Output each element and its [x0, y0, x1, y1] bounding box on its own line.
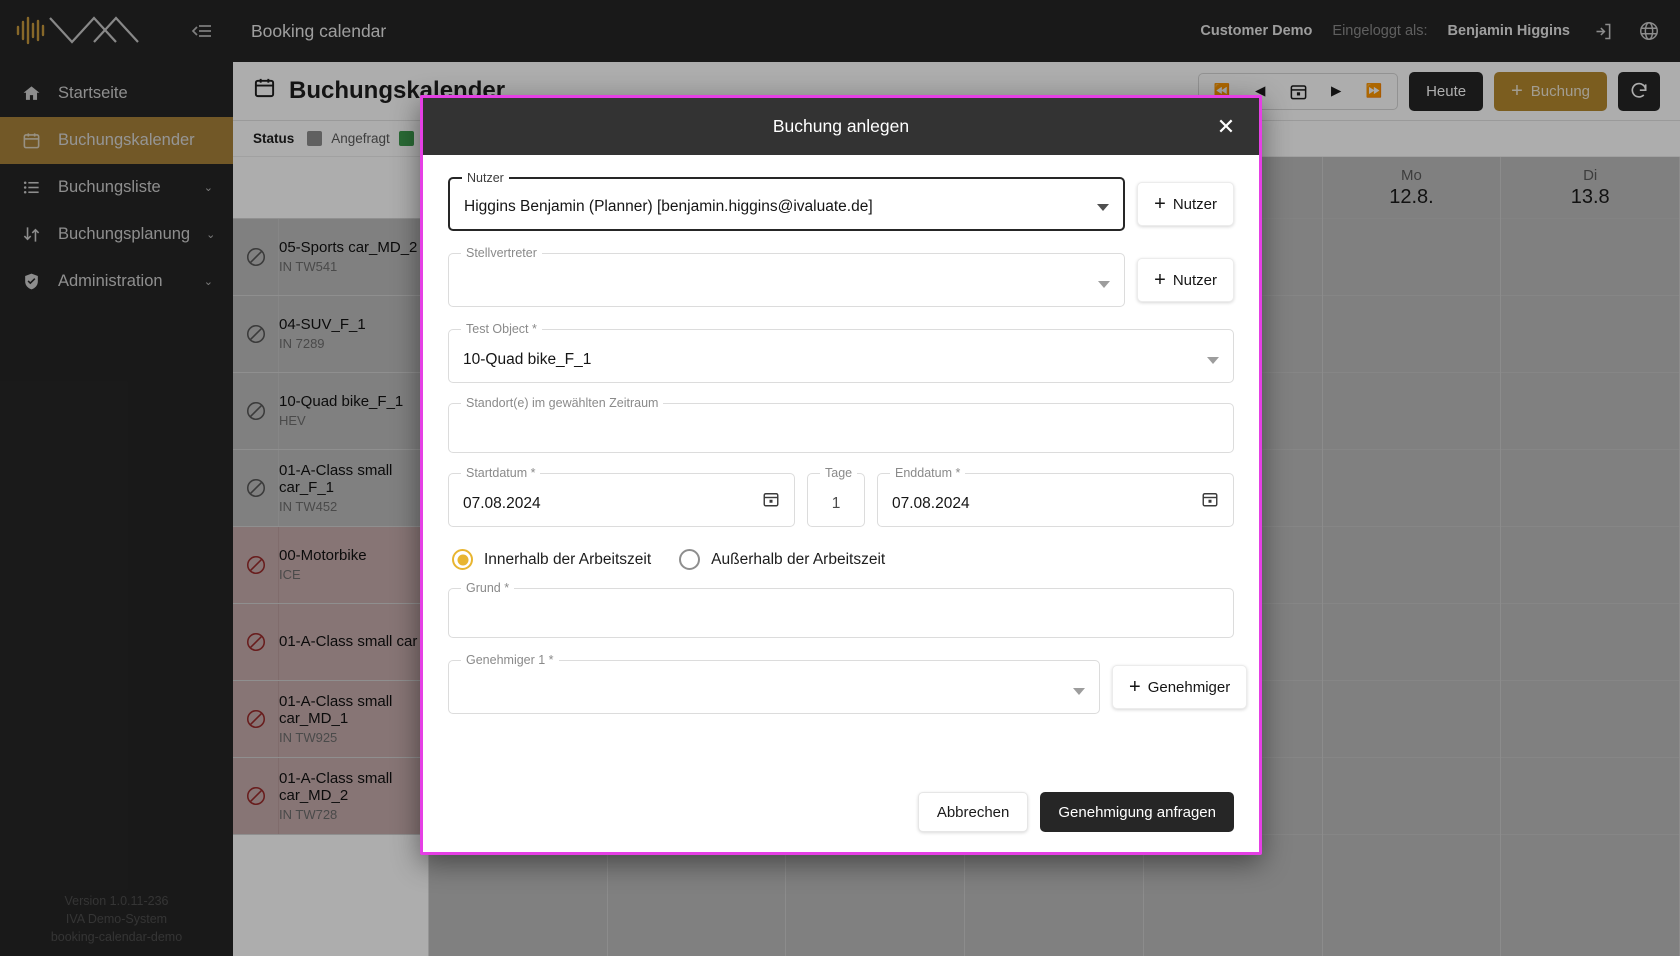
standort-label: Standort(e) im gewählten Zeitraum — [461, 396, 664, 410]
dialog-body: Nutzer Higgins Benjamin (Planner) [benja… — [423, 155, 1259, 774]
radio-ausserhalb-arbeitszeit[interactable]: Außerhalb der Arbeitszeit — [679, 549, 885, 570]
tage-field[interactable]: Tage 1 — [807, 466, 865, 527]
arbeitszeit-radio-group: Innerhalb der Arbeitszeit Außerhalb der … — [452, 549, 1234, 570]
standort-input[interactable]: Standort(e) im gewählten Zeitraum — [448, 396, 1234, 453]
chevron-down-icon[interactable] — [1073, 688, 1085, 695]
test-object-value: 10-Quad bike_F_1 — [463, 351, 592, 368]
test-object-label: Test Object * — [461, 322, 542, 336]
cancel-button[interactable]: Abbrechen — [917, 792, 1029, 832]
radio-dot — [679, 549, 701, 570]
add-nutzer-button[interactable]: + Nutzer — [1137, 182, 1234, 226]
add-genehmiger-button[interactable]: + Genehmiger — [1112, 665, 1248, 709]
grund-input[interactable]: Grund * — [448, 581, 1234, 638]
plus-icon: + — [1154, 269, 1166, 291]
calendar-picker-icon[interactable] — [762, 490, 780, 513]
tage-value: 1 — [831, 495, 841, 512]
grund-label: Grund * — [461, 581, 515, 595]
tage-input[interactable]: Tage 1 — [807, 466, 865, 527]
stellvertreter-field[interactable]: Stellvertreter — [448, 246, 1126, 307]
nutzer-row: Nutzer Higgins Benjamin (Planner) [benja… — [448, 171, 1234, 231]
genehmiger-label: Genehmiger 1 * — [461, 653, 559, 667]
add-nutzer-label: Nutzer — [1172, 195, 1217, 213]
enddatum-input[interactable]: Enddatum * 07.08.2024 — [877, 466, 1234, 527]
nutzer-input[interactable]: Nutzer Higgins Benjamin (Planner) [benja… — [448, 171, 1126, 231]
nutzer-value: Higgins Benjamin (Planner) [benjamin.hig… — [464, 198, 873, 215]
add-stellvertreter-label: Nutzer — [1172, 271, 1217, 289]
stellvertreter-label: Stellvertreter — [461, 246, 542, 260]
dialog-footer: Abbrechen Genehmigung anfragen — [423, 792, 1259, 852]
plus-icon: + — [1154, 193, 1166, 215]
close-icon[interactable]: ✕ — [1211, 112, 1241, 142]
genehmiger-input[interactable]: Genehmiger 1 * — [448, 653, 1100, 714]
dialog-header: Buchung anlegen ✕ — [423, 98, 1259, 155]
enddatum-value: 07.08.2024 — [892, 495, 970, 512]
enddatum-label: Enddatum * — [890, 466, 966, 480]
enddatum-field[interactable]: Enddatum * 07.08.2024 — [877, 466, 1234, 527]
calendar-picker-icon[interactable] — [1201, 490, 1219, 513]
radio-label: Innerhalb der Arbeitszeit — [484, 550, 652, 568]
standort-field[interactable]: Standort(e) im gewählten Zeitraum — [448, 396, 1234, 453]
genehmiger-field[interactable]: Genehmiger 1 * — [448, 653, 1100, 714]
radio-label: Außerhalb der Arbeitszeit — [711, 550, 886, 568]
chevron-down-icon[interactable] — [1097, 204, 1110, 211]
tage-label: Tage — [820, 466, 858, 480]
startdatum-value: 07.08.2024 — [463, 495, 541, 512]
chevron-down-icon[interactable] — [1207, 357, 1219, 364]
radio-innerhalb-arbeitszeit[interactable]: Innerhalb der Arbeitszeit — [452, 549, 651, 570]
test-object-input[interactable]: Test Object * 10-Quad bike_F_1 — [448, 322, 1234, 383]
startdatum-label: Startdatum * — [461, 466, 541, 480]
nutzer-field[interactable]: Nutzer Higgins Benjamin (Planner) [benja… — [448, 171, 1126, 231]
test-object-field[interactable]: Test Object * 10-Quad bike_F_1 — [448, 322, 1234, 383]
submit-approval-button[interactable]: Genehmigung anfragen — [1040, 792, 1234, 832]
genehmiger-row: Genehmiger 1 * + Genehmiger — [448, 653, 1248, 714]
create-booking-dialog: Buchung anlegen ✕ Nutzer Higgins Benjami… — [420, 95, 1262, 855]
startdatum-input[interactable]: Startdatum * 07.08.2024 — [448, 466, 795, 527]
date-row: Startdatum * 07.08.2024 Tage 1 Enddatum … — [448, 466, 1234, 527]
add-genehmiger-label: Genehmiger — [1147, 678, 1231, 696]
stellvertreter-input[interactable]: Stellvertreter — [448, 246, 1126, 307]
chevron-down-icon[interactable] — [1098, 281, 1111, 288]
radio-dot-selected — [452, 549, 473, 570]
grund-field[interactable]: Grund * — [448, 581, 1234, 638]
startdatum-field[interactable]: Startdatum * 07.08.2024 — [448, 466, 795, 527]
nutzer-label: Nutzer — [462, 171, 509, 185]
add-stellvertreter-button[interactable]: + Nutzer — [1137, 258, 1234, 302]
stellvertreter-row: Stellvertreter + Nutzer — [448, 246, 1234, 307]
plus-icon: + — [1129, 676, 1141, 698]
dialog-title: Buchung anlegen — [772, 116, 910, 136]
app-root: Startseite Buchungskalender Buchungslist… — [0, 0, 1680, 956]
